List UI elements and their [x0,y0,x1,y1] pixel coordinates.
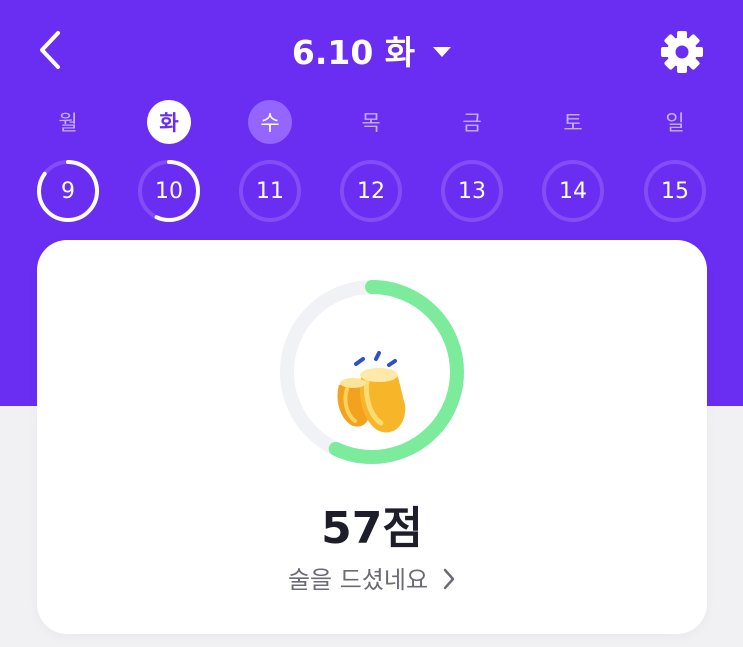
score-message: 술을 드셨네요 [287,566,429,594]
weekday-label-selected: 화 [147,100,191,144]
weekday-label: 일 [665,111,685,135]
day-number: 12 [357,178,385,204]
day-number: 10 [155,178,183,204]
score-value: 57점 [321,503,423,554]
date-selector[interactable]: 6.10 화 [0,26,743,74]
day-tue[interactable]: 화 10 [134,100,204,224]
settings-button[interactable] [656,26,708,78]
day-circle: 12 [338,158,404,224]
day-number: 14 [559,178,587,204]
day-circle: 9 [35,158,101,224]
score-ring [280,280,464,464]
day-number: 15 [661,178,689,204]
chevron-right-icon [443,568,455,589]
date-title: 6.10 화 [291,33,416,72]
day-number: 13 [458,178,486,204]
day-number: 11 [256,178,284,204]
day-wed[interactable]: 수 11 [235,100,305,224]
cheers-glass-icon [337,351,406,433]
day-sun[interactable]: 일 15 [640,100,710,224]
score-message-link[interactable]: 술을 드셨네요 [37,560,707,595]
day-sat[interactable]: 토 14 [538,100,608,224]
weekday-label: 금 [462,111,482,135]
gear-icon [661,31,703,73]
weekday-label: 월 [58,111,78,135]
day-number: 9 [61,178,75,204]
day-circle: 14 [540,158,606,224]
day-circle: 10 [136,158,202,224]
caret-down-icon [433,47,452,57]
day-circle: 13 [439,158,505,224]
day-circle: 11 [237,158,303,224]
weekday-label: 토 [563,111,583,135]
day-fri[interactable]: 금 13 [437,100,507,224]
weekday-label-highlighted: 수 [248,100,292,144]
weekday-label: 목 [361,111,381,135]
score-card: 57점 술을 드셨네요 [37,240,707,634]
day-thu[interactable]: 목 12 [336,100,406,224]
day-circle: 15 [642,158,708,224]
day-mon[interactable]: 월 9 [33,100,103,224]
